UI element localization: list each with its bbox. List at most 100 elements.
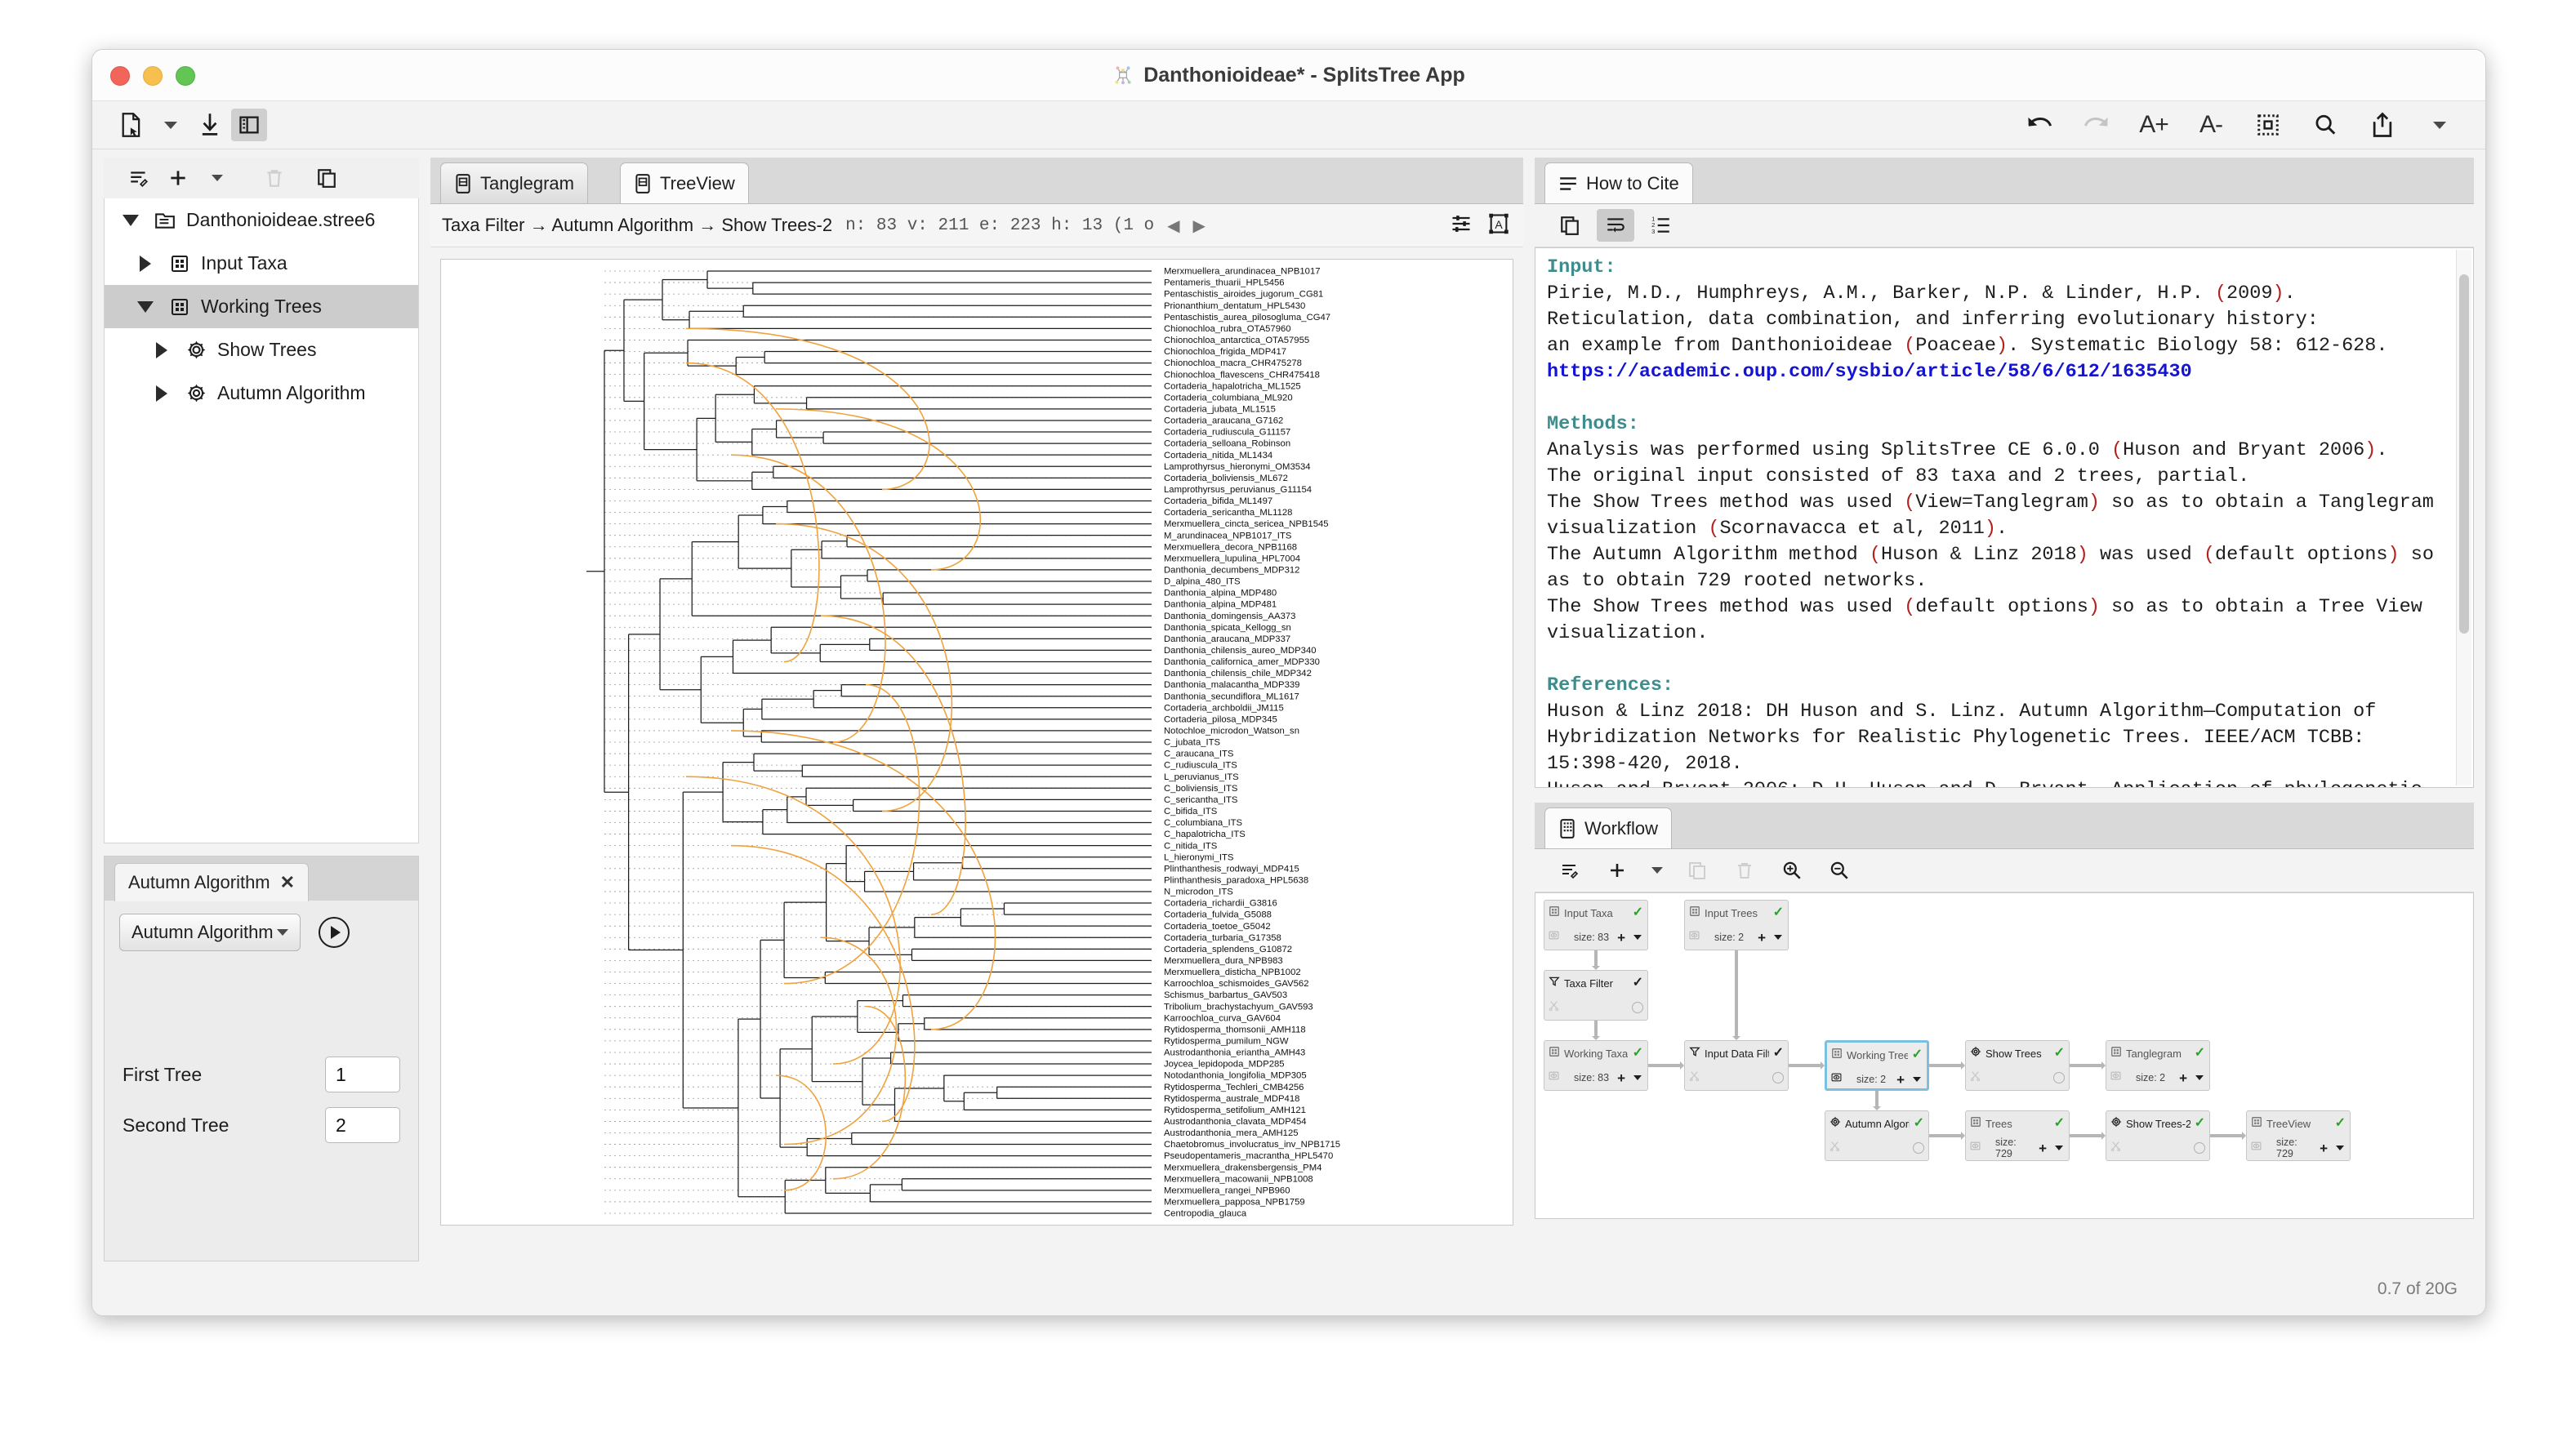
node-add-button[interactable]: + [1617,931,1625,945]
workflow-node-autumn-algorithm[interactable]: Autumn Algorithm ✓ [1825,1110,1929,1161]
svg-text:Merxmuellera_cincta_sericea_NP: Merxmuellera_cincta_sericea_NPB1545 [1164,519,1329,529]
treeview-canvas[interactable]: Merxmuellera_arundinacea_NPB1017 Pentamer… [440,259,1513,1226]
chevron-down-icon[interactable] [1633,935,1642,940]
trash-icon [267,170,282,187]
decrease-font-button[interactable]: A- [2193,109,2229,141]
svg-text:Tribolium_brachystachyum_GAV59: Tribolium_brachystachyum_GAV593 [1164,1002,1313,1012]
tab-tanglegram[interactable]: Tanglegram [440,162,588,203]
new-document-dropdown[interactable] [153,109,189,141]
zoom-out-button[interactable] [1821,854,1858,887]
svg-text:Cortaderia_richardii_G3816: Cortaderia_richardii_G3816 [1164,899,1277,909]
expand-arrow[interactable] [144,341,180,358]
save-download-button[interactable] [192,109,228,141]
tree-item-autumn-algorithm[interactable]: Autumn Algorithm [105,371,418,415]
run-button[interactable] [319,917,350,948]
svg-text:Danthonia_domingensis_AA373: Danthonia_domingensis_AA373 [1164,612,1295,621]
workflow-node-input-trees[interactable]: Input Trees ✓ size: 2 + [1684,900,1789,950]
node-add-button[interactable]: + [1758,931,1766,945]
tab-workflow[interactable]: Workflow [1544,807,1673,848]
tab-treeview[interactable]: TreeView [620,162,749,203]
edit-node-button[interactable] [1551,854,1589,887]
expand-arrow[interactable] [127,255,163,272]
copy-button[interactable] [1551,209,1589,242]
svg-text:3: 3 [1651,228,1655,235]
increase-font-button[interactable]: A+ [2136,109,2172,141]
workflow-node-working-trees[interactable]: Working Trees ✓ size: 2 + [1825,1040,1929,1091]
cite-scrollbar-thumb[interactable] [2459,274,2469,634]
tree-item-working-trees[interactable]: Working Trees [105,285,418,328]
window-body: Danthonioideae.stree6 Input Taxa Working… [92,149,2485,1270]
svg-text:Chaetobromus_involucratus_inv_: Chaetobromus_involucratus_inv_NPB1715 [1164,1140,1340,1150]
tree-item-danthonioideae[interactable]: Danthonioideae.stree6 [105,198,418,242]
label-layout-button[interactable]: A [1487,212,1510,239]
add-node-dropdown[interactable] [1646,854,1669,887]
first-tree-input[interactable]: 1 [325,1057,400,1092]
algorithm-combobox[interactable]: Autumn Algorithm [119,914,301,951]
zoom-in-button[interactable] [1773,854,1811,887]
tree-item-input-taxa[interactable]: Input Taxa [105,242,418,285]
tab-autumn-algorithm[interactable]: Autumn Algorithm ✕ [114,863,310,901]
format-settings-button[interactable] [1450,212,1473,239]
workflow-node-show-trees[interactable]: Show Trees ✓ [1965,1040,2070,1091]
node-add-button[interactable]: + [1896,1073,1905,1087]
chevron-down-icon[interactable] [2195,1075,2204,1080]
expand-arrow[interactable] [113,214,149,226]
search-button[interactable] [2307,109,2343,141]
expand-arrow[interactable] [144,385,180,402]
node-add-button[interactable]: + [2039,1141,2047,1155]
share-dropdown[interactable] [2422,109,2458,141]
node-run-button[interactable] [2194,1142,2205,1154]
edit-list-button[interactable] [122,162,156,194]
workflow-node-input-data-filter[interactable]: Input Data Filter ✓ [1684,1040,1789,1091]
svg-text:Notochloe_microdon_Watson_sn: Notochloe_microdon_Watson_sn [1164,727,1299,736]
select-region-button[interactable] [2250,109,2286,141]
node-run-button[interactable] [1772,1072,1784,1083]
share-button[interactable] [2364,109,2400,141]
tree-item-show-trees[interactable]: Show Trees [105,328,418,371]
cite-text-body[interactable]: Input: Pirie, M.D., Humphreys, A.M., Bar… [1535,247,2474,788]
node-run-button[interactable] [2053,1072,2065,1083]
chevron-down-icon[interactable] [2055,1146,2063,1150]
next-tree-button[interactable]: ▶ [1193,216,1206,236]
node-add-button[interactable]: + [2179,1071,2187,1085]
chevron-down-icon[interactable] [1633,1075,1642,1080]
node-size: size: 83 [1574,932,1610,943]
add-button[interactable] [161,162,195,194]
node-add-button[interactable]: + [1617,1071,1625,1085]
trash-icon [1738,863,1751,879]
expand-arrow[interactable] [127,300,163,313]
cite-scrollbar[interactable] [2456,250,2471,785]
node-add-button[interactable]: + [2320,1141,2328,1155]
numbered-list-button[interactable]: 1 2 3 [1642,209,1680,242]
edit-list-icon [1562,864,1579,879]
second-tree-input[interactable]: 2 [325,1107,400,1143]
cite-input-link[interactable]: https://academic.oup.com/sysbio/article/… [1547,359,2460,385]
chevron-down-icon[interactable] [1913,1077,1921,1082]
redo-button[interactable] [2079,109,2115,141]
workflow-node-tanglegram[interactable]: Tanglegram ✓ size: 2 + [2106,1040,2210,1091]
toggle-sidebar-button[interactable] [231,109,267,141]
workflow-node-input-taxa[interactable]: Input Taxa ✓ size: 83 + [1544,900,1648,950]
add-node-button[interactable] [1598,854,1636,887]
analysis-tree[interactable]: Danthonioideae.stree6 Input Taxa Working… [104,198,419,843]
chevron-down-icon[interactable] [1774,935,1782,940]
tab-how-to-cite[interactable]: How to Cite [1544,162,1693,203]
node-run-button[interactable] [1913,1142,1924,1154]
duplicate-button[interactable] [310,162,344,194]
chevron-down-icon[interactable] [2336,1146,2344,1150]
undo-button[interactable] [2021,109,2057,141]
close-icon[interactable]: ✕ [280,872,295,893]
workflow-node-treeview[interactable]: TreeView ✓ size: 729 + [2246,1110,2351,1161]
add-dropdown[interactable] [200,162,234,194]
first-tree-row: First Tree 1 [105,1049,418,1100]
search-icon [2315,114,2336,135]
wrap-text-button[interactable] [1597,209,1634,242]
workflow-canvas[interactable]: Input Taxa ✓ size: 83 + Input Trees ✓ si… [1535,892,2474,1219]
workflow-node-working-taxa[interactable]: Working Taxa ✓ size: 83 + [1544,1040,1648,1091]
workflow-node-show-trees-2[interactable]: Show Trees-2 ✓ [2106,1110,2210,1161]
prev-tree-button[interactable]: ◀ [1167,216,1179,236]
workflow-node-trees[interactable]: Trees ✓ size: 729 + [1965,1110,2070,1161]
node-run-button[interactable] [1632,1002,1643,1013]
new-document-button[interactable] [114,109,149,141]
workflow-node-taxa-filter[interactable]: Taxa Filter ✓ [1544,970,1648,1021]
